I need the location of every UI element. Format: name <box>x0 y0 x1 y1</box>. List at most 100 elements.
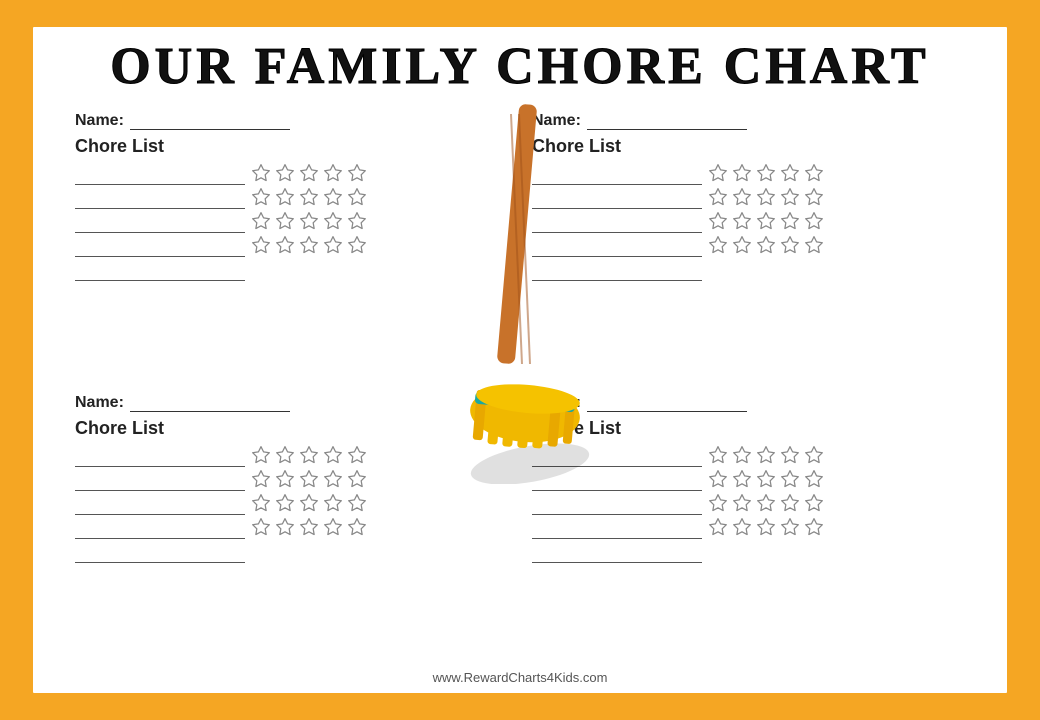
star-icon <box>251 235 271 255</box>
quadrant-top-right: Name: Chore List <box>520 104 977 386</box>
star-icon <box>780 493 800 513</box>
star-icon <box>299 445 319 465</box>
name-row-tr: Name: <box>532 112 965 130</box>
star-icon <box>299 469 319 489</box>
star-icon <box>804 211 824 231</box>
star-icon <box>804 235 824 255</box>
star-icon <box>708 235 728 255</box>
star-icon <box>275 493 295 513</box>
chore-lines-bl <box>75 449 245 563</box>
chore-area-br <box>532 445 965 563</box>
star-icon <box>347 235 367 255</box>
star-icon <box>780 517 800 537</box>
name-label-bl: Name: <box>75 394 124 412</box>
quadrant-bottom-right: Name: Chore List <box>520 386 977 668</box>
star-icon <box>732 517 752 537</box>
chore-lines-tl <box>75 167 245 281</box>
star-icon <box>780 163 800 183</box>
star-icon <box>347 163 367 183</box>
star-icon <box>323 493 343 513</box>
star-icon <box>732 187 752 207</box>
star-icon <box>299 187 319 207</box>
name-input-line-tl <box>130 112 290 130</box>
chore-line <box>75 521 245 539</box>
star-icon <box>347 517 367 537</box>
star-icon <box>275 235 295 255</box>
star-icon <box>323 445 343 465</box>
chore-label-tr: Chore List <box>532 136 965 157</box>
chore-line <box>532 449 702 467</box>
star-icon <box>732 211 752 231</box>
quadrant-grid: Name: Chore List <box>63 104 977 668</box>
name-row-tl: Name: <box>75 112 508 130</box>
star-icon <box>732 235 752 255</box>
chore-label-br: Chore List <box>532 418 965 439</box>
star-icon <box>756 469 776 489</box>
star-icon <box>732 445 752 465</box>
star-icon <box>299 211 319 231</box>
star-icon <box>323 517 343 537</box>
name-input-line-bl <box>130 394 290 412</box>
star-icon <box>780 445 800 465</box>
footer-url: www.RewardCharts4Kids.com <box>63 670 977 685</box>
name-row-bl: Name: <box>75 394 508 412</box>
star-icon <box>299 163 319 183</box>
name-label-br: Name: <box>532 394 581 412</box>
name-row-br: Name: <box>532 394 965 412</box>
chore-line <box>75 263 245 281</box>
star-icon <box>323 163 343 183</box>
star-icon <box>347 469 367 489</box>
star-icon <box>756 235 776 255</box>
chore-lines-br <box>532 449 702 563</box>
stars-group-br <box>708 445 826 539</box>
chore-area-tr <box>532 163 965 281</box>
page-title: OUR FAMILY CHORE CHART <box>63 37 977 96</box>
star-icon <box>251 163 271 183</box>
name-label-tr: Name: <box>532 112 581 130</box>
star-icon <box>708 517 728 537</box>
chore-line <box>75 239 245 257</box>
chore-line <box>75 545 245 563</box>
chore-line <box>75 449 245 467</box>
quadrant-top-left: Name: Chore List <box>63 104 520 386</box>
stars-group-tr <box>708 163 826 257</box>
chore-line <box>532 215 702 233</box>
star-icon <box>347 493 367 513</box>
stars-group-tl <box>251 163 369 257</box>
chore-line <box>532 263 702 281</box>
star-icon <box>708 493 728 513</box>
chore-area-bl <box>75 445 508 563</box>
chore-line <box>532 473 702 491</box>
star-icon <box>804 445 824 465</box>
star-icon <box>251 493 271 513</box>
star-icon <box>708 187 728 207</box>
star-icon <box>275 469 295 489</box>
star-icon <box>708 469 728 489</box>
star-icon <box>299 493 319 513</box>
star-icon <box>756 493 776 513</box>
chore-line <box>532 191 702 209</box>
star-icon <box>251 187 271 207</box>
chore-line <box>532 497 702 515</box>
star-icon <box>780 211 800 231</box>
star-icon <box>780 469 800 489</box>
star-icon <box>804 469 824 489</box>
star-icon <box>347 445 367 465</box>
star-icon <box>780 187 800 207</box>
star-icon <box>732 163 752 183</box>
star-icon <box>732 469 752 489</box>
star-icon <box>708 163 728 183</box>
star-icon <box>756 211 776 231</box>
star-icon <box>780 235 800 255</box>
chore-label-bl: Chore List <box>75 418 508 439</box>
chore-line <box>75 167 245 185</box>
chore-line <box>75 215 245 233</box>
star-icon <box>275 211 295 231</box>
content-area: Name: Chore List <box>63 104 977 668</box>
name-label-tl: Name: <box>75 112 124 130</box>
chore-line <box>532 521 702 539</box>
chore-lines-tr <box>532 167 702 281</box>
star-icon <box>804 187 824 207</box>
star-icon <box>323 469 343 489</box>
chore-line <box>75 191 245 209</box>
